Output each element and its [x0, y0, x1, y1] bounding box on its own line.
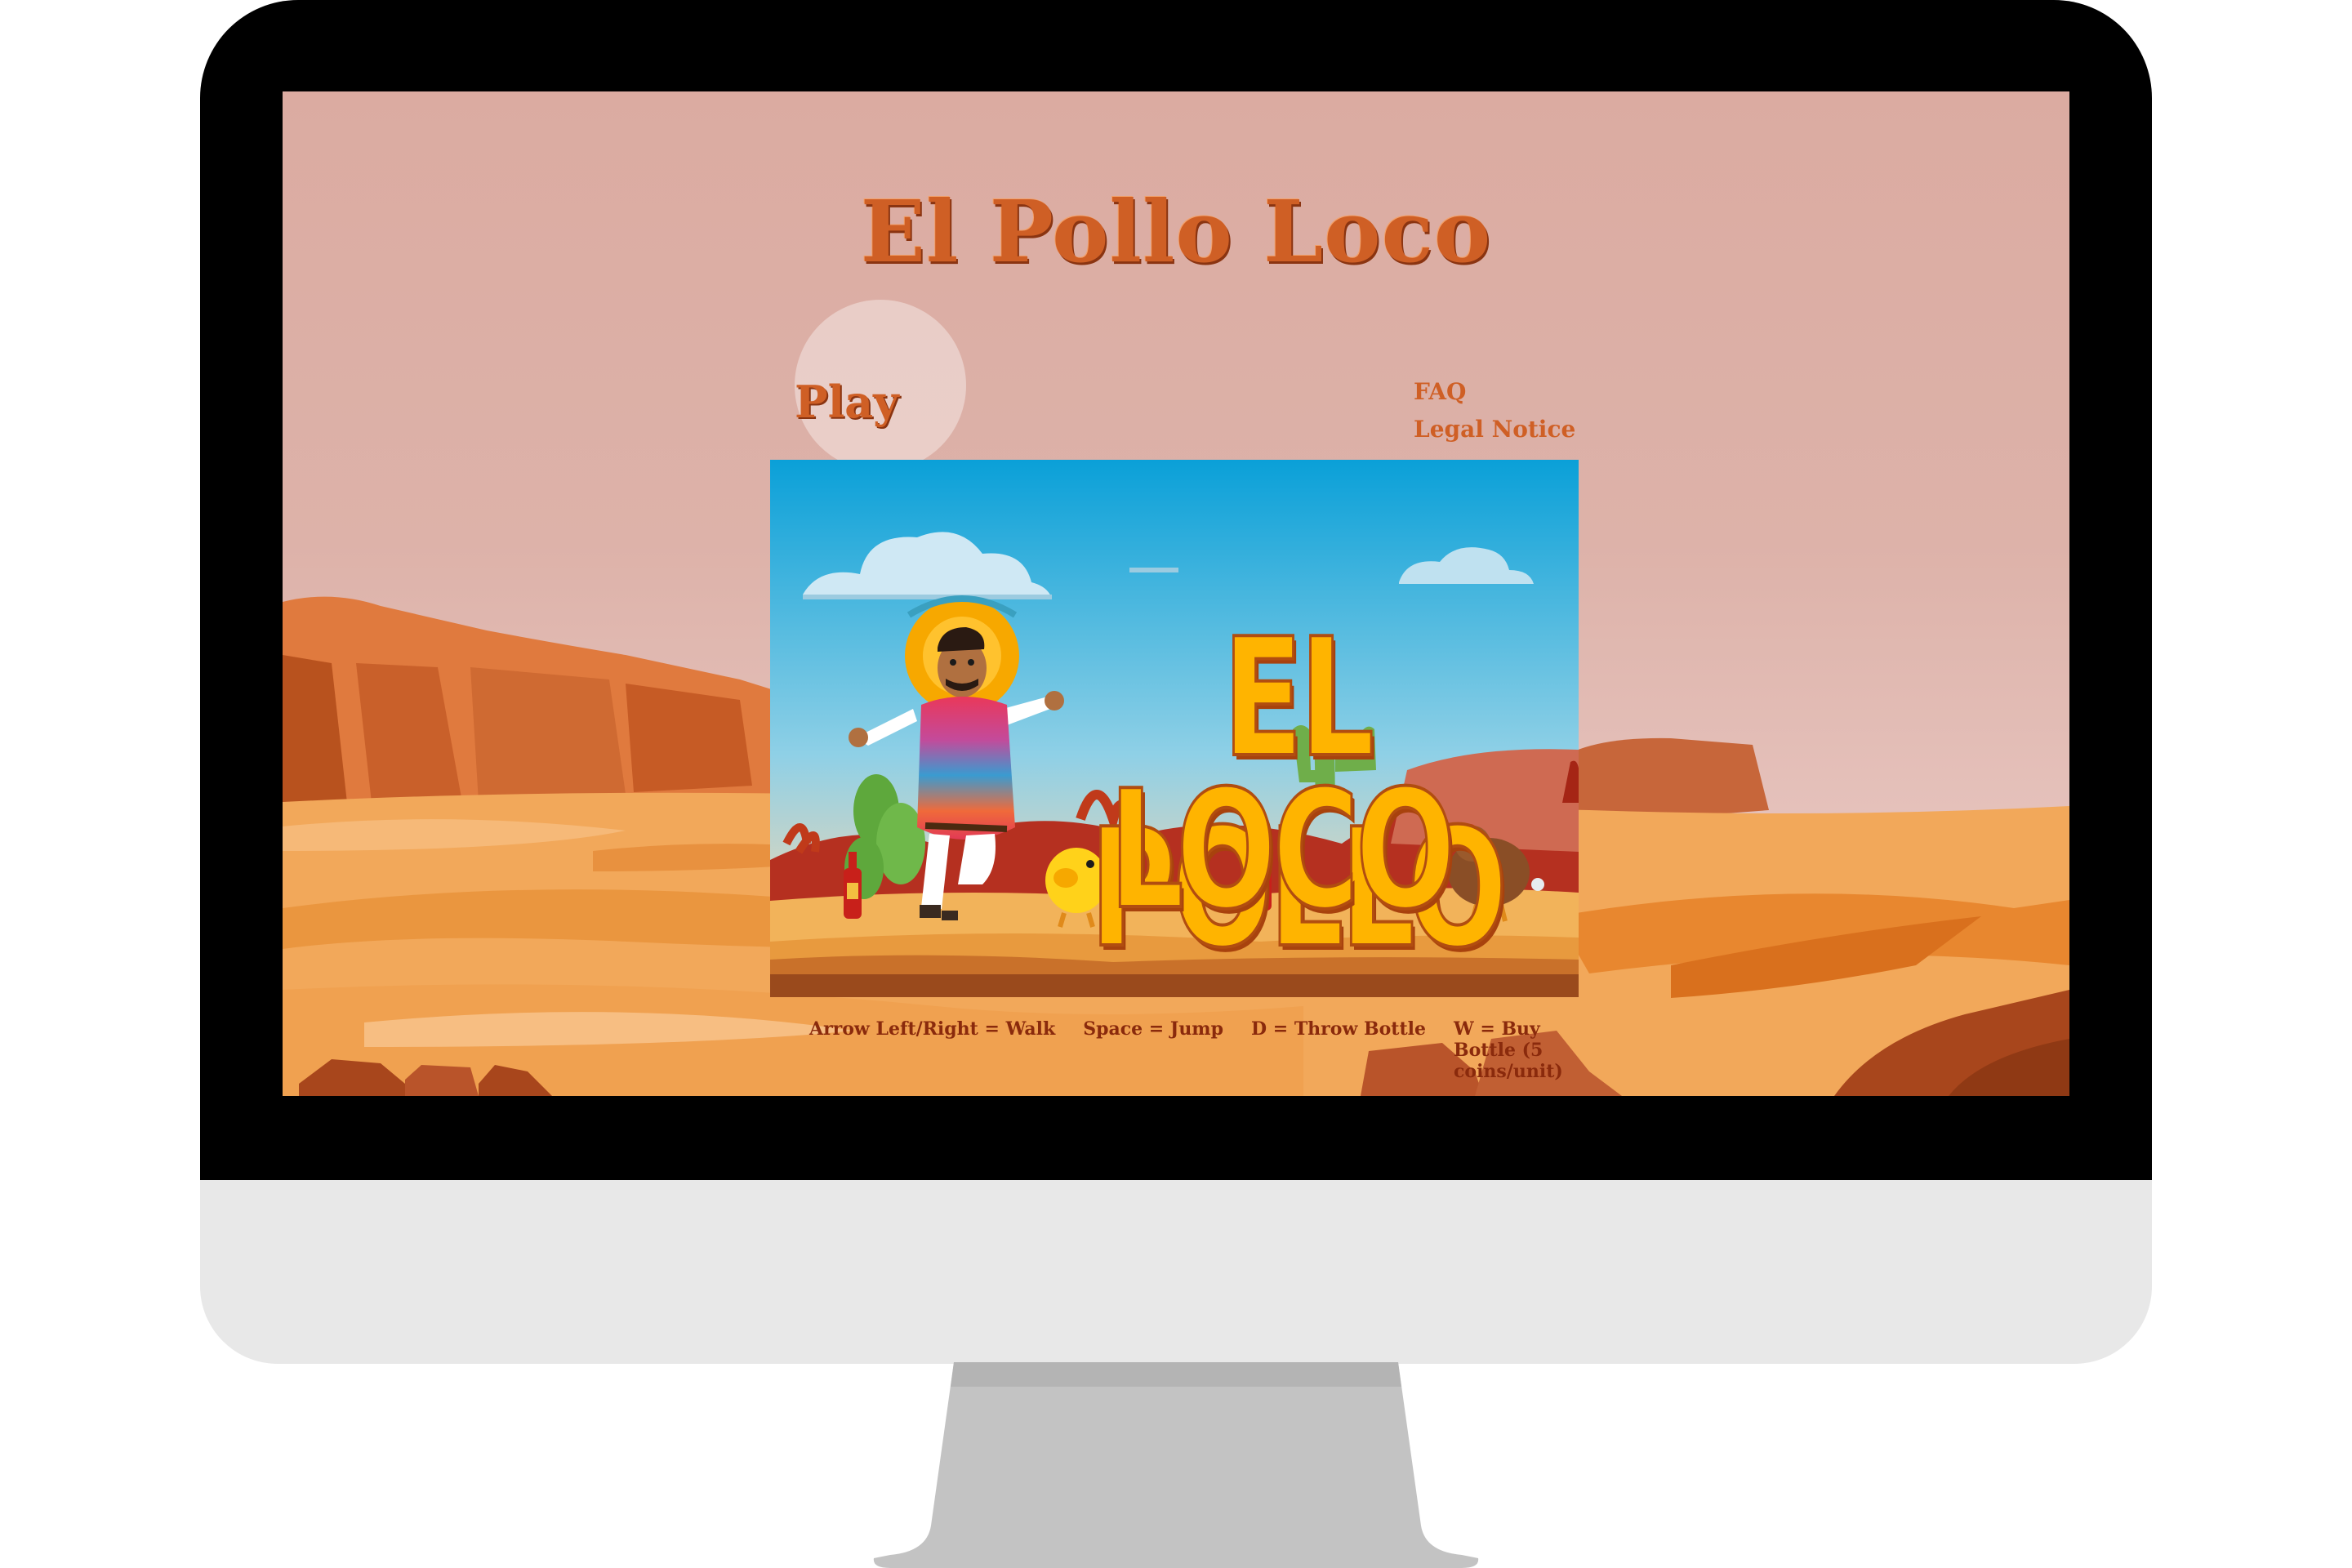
monitor-chin [200, 1180, 2152, 1364]
play-button[interactable]: Play [795, 376, 899, 428]
faq-link[interactable]: FAQ [1414, 373, 1575, 411]
control-walk: Arrow Left/Right = Walk [809, 1018, 1056, 1040]
game-logo-line-2: LOCO [1108, 754, 1457, 947]
control-jump: Space = Jump [1083, 1018, 1223, 1040]
legal-notice-link[interactable]: Legal Notice [1414, 411, 1575, 448]
game-canvas[interactable]: EL POLLO LOCO [770, 460, 1579, 997]
control-buy-bottle: W = Buy Bottle (5 coins/unit) [1454, 1018, 1563, 1082]
monitor-stand [873, 1362, 1479, 1568]
screen: El Pollo Loco Play FAQ Legal Notice EL P… [283, 91, 2069, 1096]
controls-legend: Arrow Left/Right = Walk Space = Jump D =… [809, 1018, 1569, 1082]
page-title: El Pollo Loco [860, 181, 1492, 282]
control-throw-bottle: D = Throw Bottle [1250, 1018, 1426, 1040]
top-nav: FAQ Legal Notice [1414, 373, 1575, 448]
